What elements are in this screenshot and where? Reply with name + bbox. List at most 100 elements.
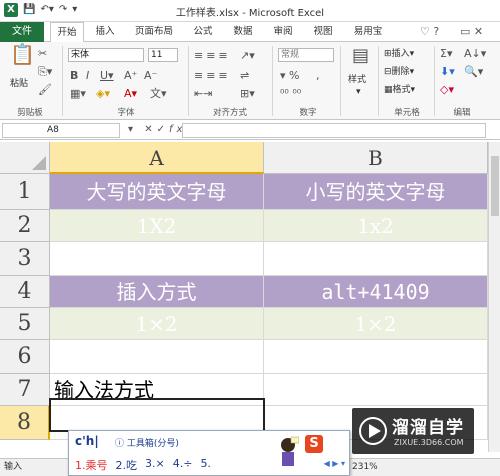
font-group-label: 字体	[117, 108, 135, 118]
name-box[interactable]: A8	[2, 123, 120, 138]
window-title: 工作样表.xlsx - Microsoft Excel	[175, 8, 325, 19]
vertical-align-icons[interactable]: ≡≡≡	[194, 50, 231, 62]
tab-formulas[interactable]: 公式	[186, 22, 220, 42]
paste-button[interactable]: 粘贴	[10, 78, 28, 90]
column-header-a[interactable]: A	[50, 142, 264, 174]
cell-a6[interactable]	[50, 340, 264, 374]
row-header[interactable]: 1	[0, 174, 50, 210]
paste-icon[interactable]: 📋	[10, 44, 35, 64]
autosum-icon[interactable]: Σ▾	[440, 48, 452, 60]
font-color-icon[interactable]: A▾	[124, 88, 137, 100]
find-select-icon[interactable]: 🔍▾	[464, 66, 483, 78]
copy-icon[interactable]: ⎘▾	[38, 66, 52, 78]
delete-cells-button[interactable]: ⊟删除▾	[384, 66, 414, 78]
cell-b1[interactable]: 小写的英文字母	[264, 174, 488, 210]
cell-a5[interactable]: 1×2	[50, 308, 264, 340]
clear-icon[interactable]: ◇▾	[440, 84, 454, 96]
horizontal-align-icons[interactable]: ≡≡≡	[194, 70, 231, 82]
ime-candidate[interactable]: 3.×	[145, 457, 165, 473]
ime-page-arrows[interactable]: ◀ ▶ ▾	[324, 459, 345, 468]
bold-icon[interactable]: B	[70, 70, 78, 82]
zoom-level[interactable]: 231%	[352, 459, 378, 475]
cell-b4[interactable]: alt+41409	[264, 276, 488, 308]
orientation-icon[interactable]: ↗▾	[240, 50, 255, 62]
insert-cells-button[interactable]: ⊞插入▾	[384, 48, 414, 60]
row-header[interactable]: 4	[0, 276, 50, 308]
sogou-logo-icon[interactable]: S	[305, 435, 323, 453]
help-icon[interactable]: ♡ ?	[420, 26, 439, 38]
ime-candidate[interactable]: 1.乘号	[75, 457, 108, 473]
grow-font-icon[interactable]: A⁺	[124, 70, 137, 82]
formula-input[interactable]	[182, 123, 486, 138]
format-cells-button[interactable]: ▦格式▾	[384, 84, 415, 96]
font-size-combo[interactable]: 11	[148, 48, 178, 62]
shrink-font-icon[interactable]: A⁻	[144, 70, 157, 82]
select-all-corner[interactable]	[0, 142, 50, 174]
fill-icon[interactable]: ⬇▾	[440, 66, 455, 78]
ime-candidate-list: 1.乘号 2.吃 3.× 4.÷ 5.	[75, 457, 211, 473]
merge-center-icon[interactable]: ⊞▾	[240, 88, 255, 100]
tab-review[interactable]: 审阅	[266, 22, 300, 42]
ime-mascot-icon	[281, 436, 299, 466]
fill-color-icon[interactable]: ◈▾	[96, 88, 110, 100]
borders-icon[interactable]: ▦▾	[70, 88, 86, 100]
indent-icons[interactable]: ⇤⇥	[194, 88, 212, 100]
tab-view[interactable]: 视图	[306, 22, 340, 42]
cell-b6[interactable]	[264, 340, 488, 374]
format-painter-icon[interactable]: 🖌	[38, 84, 52, 96]
number-format-combo[interactable]: 常规	[278, 48, 334, 62]
cut-icon[interactable]: ✂	[38, 48, 47, 60]
tab-home[interactable]: 开始	[50, 22, 84, 43]
wrap-text-icon[interactable]: ⇌	[240, 70, 249, 82]
row-header[interactable]: 7	[0, 374, 50, 406]
cell-b2[interactable]: 1x2	[264, 210, 488, 242]
sort-filter-icon[interactable]: A↓▾	[464, 48, 486, 60]
cell-a2[interactable]: 1X2	[50, 210, 264, 242]
ime-candidate[interactable]: 2.吃	[116, 457, 138, 473]
styles-icon[interactable]: ▤	[352, 47, 369, 65]
row-header[interactable]: 8	[0, 406, 50, 440]
title-bar: X 💾 ↶▾ ↷ ▾ 工作样表.xlsx - Microsoft Excel	[0, 0, 500, 22]
row-header[interactable]: 5	[0, 308, 50, 340]
watermark-title: 溜溜自学	[392, 418, 464, 438]
tab-file[interactable]: 文件	[0, 22, 44, 42]
cell-a1[interactable]: 大写的英文字母	[50, 174, 264, 210]
watermark-badge: 溜溜自学 ZIXUE.3D66.COM	[352, 408, 474, 454]
status-mode: 输入	[4, 462, 23, 472]
cell-b3[interactable]	[264, 242, 488, 276]
cell-a4[interactable]: 插入方式	[50, 276, 264, 308]
group-separator	[62, 46, 63, 116]
scrollbar-thumb[interactable]	[491, 156, 499, 216]
tab-easy-tools[interactable]: 易用宝	[346, 22, 390, 42]
tab-page-layout[interactable]: 页面布局	[128, 22, 180, 42]
formula-buttons[interactable]: ▾ ✕✓fx	[128, 124, 186, 135]
cell-b5[interactable]: 1×2	[264, 308, 488, 340]
decimal-icons[interactable]: ⁰⁰ ⁰⁰	[280, 88, 301, 100]
row-header[interactable]: 6	[0, 340, 50, 374]
font-name-combo[interactable]: 宋体	[68, 48, 144, 62]
column-header-b[interactable]: B	[264, 142, 488, 174]
row-header[interactable]: 2	[0, 210, 50, 242]
vertical-scrollbar[interactable]	[488, 142, 500, 452]
cell-b7[interactable]	[264, 374, 488, 406]
ime-candidate-panel: c'h| ⓘ 工具箱(分号) 1.乘号 2.吃 3.× 4.÷ 5. S ◀ ▶…	[68, 430, 350, 476]
tab-data[interactable]: 数据	[226, 22, 260, 42]
row-header[interactable]: 3	[0, 242, 50, 276]
comma-style-icon[interactable]: ,	[316, 70, 320, 82]
currency-icon[interactable]: ▾ %	[280, 70, 299, 82]
ime-toolbox-hint[interactable]: ⓘ 工具箱(分号)	[115, 436, 179, 449]
ribbon: 📋 粘贴 ✂ ⎘▾ 🖌 剪贴板 宋体 11 B I U▾ A⁺ A⁻ ▦▾ ◈▾…	[0, 42, 500, 120]
ime-candidate[interactable]: 5.	[200, 457, 211, 473]
tab-insert[interactable]: 插入	[88, 22, 122, 42]
underline-icon[interactable]: U▾	[100, 70, 114, 82]
window-controls-icon[interactable]: ▭ ✕	[460, 26, 483, 38]
group-separator	[340, 46, 341, 116]
styles-dropdown-icon[interactable]: ▾	[356, 86, 361, 98]
cell-a3[interactable]	[50, 242, 264, 276]
italic-icon[interactable]: I	[86, 70, 89, 82]
phonetic-icon[interactable]: 文▾	[150, 88, 167, 100]
formula-bar: A8 ▾ ✕✓fx	[0, 122, 500, 140]
worksheet-grid: A B 1 大写的英文字母 小写的英文字母 2 1X2 1x2 3 4 插入方式…	[0, 142, 488, 442]
ime-candidate[interactable]: 4.÷	[173, 457, 193, 473]
styles-button[interactable]: 样式	[348, 74, 366, 86]
